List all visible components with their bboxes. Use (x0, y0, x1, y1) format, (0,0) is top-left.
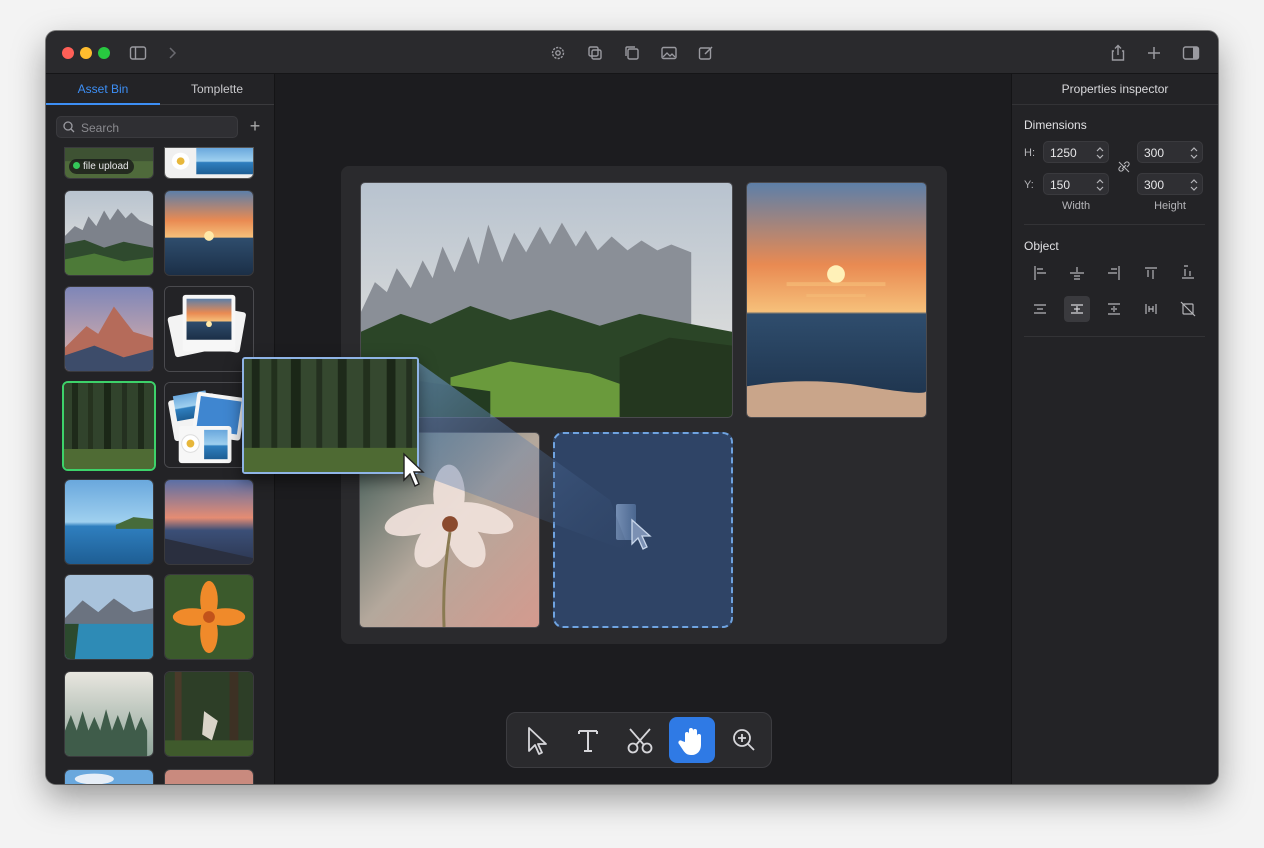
asset-tabs: Asset Bin Tomplette (46, 74, 274, 105)
cut-tool-button[interactable] (617, 717, 663, 763)
minimize-window-button[interactable] (80, 47, 92, 59)
height-input[interactable]: 1250 (1043, 141, 1109, 163)
asset-thumb-dolomites[interactable] (64, 190, 154, 276)
text-icon (578, 730, 598, 752)
asset-thumb-coast[interactable] (64, 479, 154, 565)
align-bottom-icon[interactable] (1175, 260, 1201, 286)
image-icon[interactable] (659, 43, 679, 63)
y-input[interactable]: 150 (1043, 173, 1109, 195)
distribute-horizontal-icon[interactable] (1138, 296, 1164, 322)
asset-thumb-sky[interactable] (64, 769, 154, 784)
width-caption: Width (1061, 200, 1091, 212)
asset-thumb-pink-sky[interactable] (164, 769, 254, 784)
height-value-input-value: 300 (1144, 178, 1165, 192)
drop-cursor-icon (631, 518, 652, 550)
gear-icon[interactable] (548, 43, 568, 63)
align-left-icon[interactable] (1027, 260, 1053, 286)
copy-icon[interactable] (622, 43, 642, 63)
asset-thumb-lake[interactable] (64, 574, 154, 660)
align-top-icon[interactable] (1138, 260, 1164, 286)
link-aspect-icon[interactable] (1117, 160, 1131, 174)
zoom-tool-button[interactable] (721, 717, 767, 763)
search-placeholder: Search (81, 121, 120, 135)
inspector-title: Properties inspector (1012, 74, 1218, 105)
distribute-middle-icon[interactable] (1064, 296, 1090, 322)
properties-inspector: Properties inspector Dimensions H: 1250 … (1011, 74, 1218, 784)
duplicate-icon[interactable] (585, 43, 605, 63)
tab-tomplette[interactable]: Tomplette (160, 74, 274, 105)
asset-thumb-gallery-stack[interactable] (164, 382, 254, 468)
stepper-icon[interactable] (1095, 177, 1105, 193)
asset-thumb-forest-bird[interactable] (164, 671, 254, 757)
asset-thumb-forest-selected[interactable] (62, 381, 156, 471)
file-upload-badge: file upload (69, 159, 134, 174)
align-center-vertical-icon[interactable] (1064, 260, 1090, 286)
width-input-top[interactable]: 300 (1137, 141, 1203, 163)
asset-thumb-sunset-sea[interactable] (164, 190, 254, 276)
stepper-icon[interactable] (1189, 177, 1199, 193)
align-right-icon[interactable] (1101, 260, 1127, 286)
stepper-icon[interactable] (1095, 145, 1105, 161)
h-label: H: (1024, 147, 1035, 159)
share-icon[interactable] (1108, 43, 1128, 63)
stepper-icon[interactable] (1189, 145, 1199, 161)
file-upload-label: file upload (83, 161, 129, 172)
section-divider (1024, 336, 1205, 337)
y-input-value: 150 (1050, 178, 1071, 192)
zoom-in-icon (733, 729, 755, 751)
height-value-input[interactable]: 300 (1137, 173, 1203, 195)
y-label: Y: (1024, 179, 1034, 191)
hand-icon (678, 728, 701, 755)
asset-panel: Asset Bin Tomplette Search + file upload (46, 74, 275, 784)
upload-status-dot (73, 162, 80, 169)
add-asset-button[interactable]: + (245, 116, 265, 136)
chevron-right-icon[interactable] (162, 43, 182, 63)
asset-thumb-lily[interactable] (164, 574, 254, 660)
pointer-icon (528, 727, 547, 755)
dragged-asset-preview[interactable] (242, 357, 419, 474)
select-tool-button[interactable] (513, 717, 559, 763)
width-input-top-value: 300 (1144, 146, 1165, 160)
remove-constraint-icon[interactable] (1175, 296, 1201, 322)
text-tool-button[interactable] (565, 717, 611, 763)
asset-thumb-photo-stack[interactable] (164, 286, 254, 372)
hand-tool-button[interactable] (669, 717, 715, 763)
object-heading: Object (1024, 239, 1059, 253)
height-caption: Height (1154, 200, 1186, 212)
asset-thumb-mountain-peak[interactable] (64, 286, 154, 372)
tool-palette (506, 712, 772, 768)
drag-cursor-icon (403, 452, 425, 487)
search-icon (63, 121, 75, 133)
dimensions-heading: Dimensions (1024, 118, 1087, 132)
inspector-toggle-icon[interactable] (1181, 43, 1201, 63)
close-window-button[interactable] (62, 47, 74, 59)
asset-thumb-collection[interactable] (164, 147, 254, 179)
edit-icon[interactable] (696, 43, 716, 63)
tab-asset-bin[interactable]: Asset Bin (46, 74, 160, 105)
distribute-bottom-icon[interactable] (1101, 296, 1127, 322)
search-input[interactable]: Search (56, 116, 238, 138)
app-window: Asset Bin Tomplette Search + file upload (46, 31, 1218, 784)
scissors-icon (627, 728, 653, 754)
distribute-top-icon[interactable] (1027, 296, 1053, 322)
plus-icon[interactable] (1144, 43, 1164, 63)
asset-thumb-dusk-shore[interactable] (164, 479, 254, 565)
artboard[interactable] (341, 166, 947, 644)
section-divider (1024, 224, 1205, 225)
title-bar (46, 31, 1218, 74)
sidebar-toggle-icon[interactable] (128, 43, 148, 63)
canvas-image-sunset[interactable] (746, 182, 927, 418)
asset-thumb-upload[interactable]: file upload (64, 147, 154, 179)
asset-thumb-misty-forest[interactable] (64, 671, 154, 757)
height-input-value: 1250 (1050, 146, 1077, 160)
zoom-window-button[interactable] (98, 47, 110, 59)
